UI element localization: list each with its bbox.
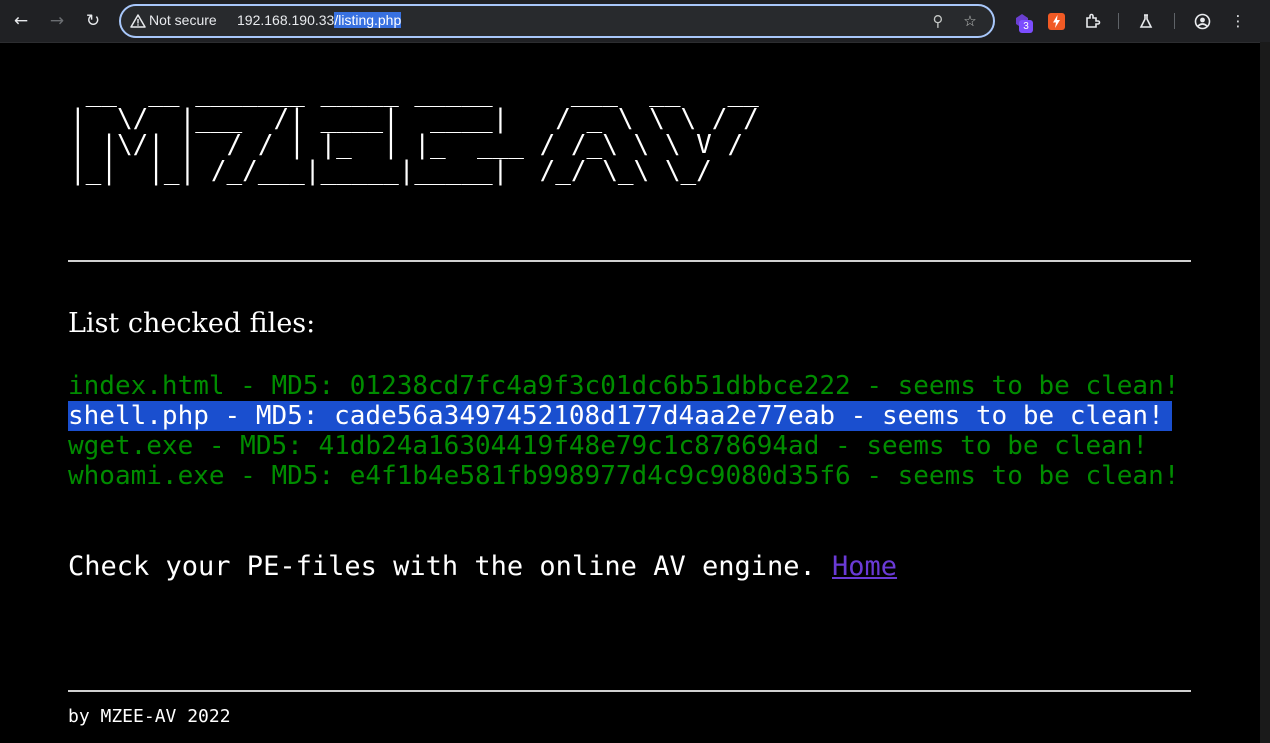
- zoom-icon[interactable]: ⚲: [928, 11, 948, 31]
- address-bar[interactable]: Not secure 192.168.190.33/listing.php ⚲ …: [119, 4, 995, 38]
- check-note: Check your PE-files with the online AV e…: [68, 551, 897, 582]
- check-note-text: Check your PE-files with the online AV e…: [68, 551, 833, 582]
- top-divider: [68, 260, 1191, 262]
- bookmark-star-icon[interactable]: ☆: [960, 11, 980, 31]
- reload-icon[interactable]: ↻: [81, 9, 105, 33]
- home-link[interactable]: Home: [832, 551, 897, 582]
- back-arrow-icon[interactable]: ←: [9, 9, 33, 33]
- forward-arrow-icon[interactable]: →: [45, 9, 69, 33]
- file-entry: whoami.exe - MD5: e4f1b4e581fb998977d4c9…: [68, 461, 1180, 491]
- menu-kebab-icon[interactable]: ⋮: [1227, 10, 1249, 32]
- url-text[interactable]: 192.168.190.33/listing.php: [237, 12, 402, 28]
- file-entry: index.html - MD5: 01238cd7fc4a9f3c01dc6b…: [68, 371, 1180, 401]
- toolbar-separator: [1174, 13, 1175, 29]
- credit-footer: by MZEE-AV 2022: [68, 706, 231, 727]
- toolbar-separator: [1118, 13, 1119, 29]
- warning-icon: [130, 14, 146, 28]
- window-edge: [1260, 42, 1270, 743]
- page-heading: List checked files:: [68, 308, 316, 339]
- file-entry: wget.exe - MD5: 41db24a16304419f48e79c1c…: [68, 431, 1149, 461]
- browser-toolbar: ← → ↻ Not secure 192.168.190.33/listing.…: [0, 0, 1270, 43]
- extensions-puzzle-icon[interactable]: [1081, 10, 1103, 32]
- url-host: 192.168.190.33: [237, 12, 335, 28]
- bottom-divider: [68, 690, 1191, 692]
- profile-avatar-icon[interactable]: [1191, 10, 1213, 32]
- file-list: index.html - MD5: 01238cd7fc4a9f3c01dc6b…: [68, 371, 1179, 491]
- file-entry-selected: shell.php - MD5: cade56a3497452108d177d4…: [68, 401, 1172, 431]
- not-secure-label[interactable]: Not secure: [149, 12, 217, 28]
- labs-flask-icon[interactable]: [1135, 10, 1157, 32]
- url-path: /listing.php: [334, 12, 402, 28]
- extension-bolt-icon[interactable]: [1045, 10, 1067, 32]
- ascii-logo: __ __ _______ _____ _____ ___ __ __ | \/…: [70, 78, 759, 186]
- extension-badge: 3: [1019, 20, 1033, 33]
